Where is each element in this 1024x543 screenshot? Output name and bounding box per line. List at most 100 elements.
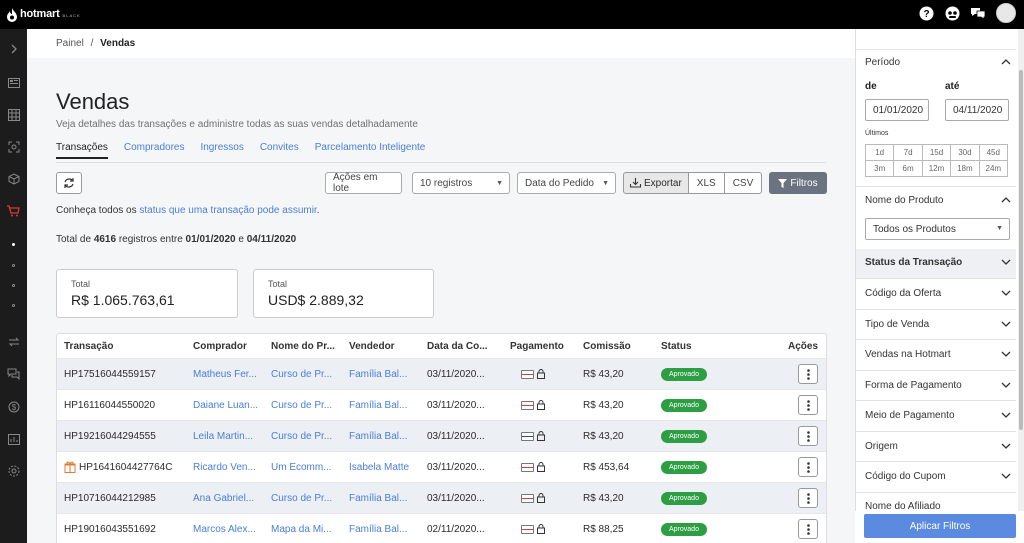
subnav-dot[interactable] [0, 257, 27, 273]
export-button[interactable]: Exportar [623, 172, 689, 194]
table-row[interactable]: HP19016043551692 Marcos Alex... Mapa da … [57, 513, 826, 543]
analytics-icon[interactable] [0, 431, 27, 447]
preset-12m[interactable]: 12m [922, 161, 952, 177]
community-icon[interactable] [944, 5, 960, 21]
table-row[interactable]: HP16116044550020 Daiane Luan... Curso de… [57, 389, 826, 420]
transaction-cell[interactable]: HP1641604427764C [57, 461, 186, 473]
buyer-link[interactable]: Ana Gabriel... [186, 493, 264, 504]
records-select[interactable]: 10 registros ▼ [412, 172, 510, 194]
seller-link[interactable]: Família Bal... [342, 369, 420, 380]
product-link[interactable]: Curso de Pr... [264, 369, 342, 380]
chat-icon[interactable] [970, 5, 986, 21]
tab-transacoes[interactable]: Transações [56, 142, 108, 159]
date-to-input[interactable]: 04/11/2020 [945, 99, 1009, 121]
period-header[interactable]: Período [865, 57, 1011, 68]
product-link[interactable]: Curso de Pr... [264, 493, 342, 504]
buyer-link[interactable]: Daiane Luan... [186, 400, 264, 411]
subnav-dot[interactable] [0, 297, 27, 313]
seller-link[interactable]: Família Bal... [342, 431, 420, 442]
buyer-link[interactable]: Leila Martin... [186, 431, 264, 442]
preset-45d[interactable]: 45d [979, 145, 1008, 161]
product-link[interactable]: Mapa da Mi... [264, 524, 342, 535]
col-data[interactable]: Data da Co... [420, 341, 503, 352]
table-row[interactable]: HP10716044212985 Ana Gabriel... Curso de… [57, 482, 826, 513]
filter-section-sale-type[interactable]: Tipo de Venda [865, 319, 1011, 330]
more-actions-button[interactable] [798, 457, 818, 477]
status-info-link[interactable]: status que uma transação pode assumir [139, 205, 316, 216]
table-row[interactable]: HP17516044559157 Matheus Fer... Curso de… [57, 358, 826, 389]
buyer-link[interactable]: Matheus Fer... [186, 369, 264, 380]
filter-section-payment-method[interactable]: Meio de Pagamento [865, 410, 1011, 421]
filter-scrollbar-thumb[interactable] [1019, 70, 1023, 430]
money-icon[interactable]: $ [0, 399, 27, 415]
col-status[interactable]: Status [654, 341, 754, 352]
filters-button[interactable]: Filtros [769, 172, 827, 194]
filter-section-status[interactable]: Status da Transação [865, 257, 1011, 268]
table-row[interactable]: HP19216044294555 Leila Martin... Curso d… [57, 420, 826, 451]
dashboard-icon[interactable] [0, 75, 27, 91]
transaction-id[interactable]: HP16116044550020 [57, 400, 186, 411]
preset-3m[interactable]: 3m [866, 161, 895, 177]
seller-link[interactable]: Isabela Matte [342, 462, 420, 473]
user-avatar[interactable] [996, 3, 1016, 23]
table-row[interactable]: HP1641604427764C Ricardo Ven... Um Ecomm… [57, 451, 826, 482]
settings-icon[interactable] [0, 463, 27, 479]
sync-icon[interactable] [0, 334, 27, 350]
subnav-dot-active[interactable] [0, 236, 27, 252]
grid-icon[interactable] [0, 107, 27, 123]
date-select[interactable]: Data do Pedido ▼ [517, 172, 616, 194]
box-icon[interactable] [0, 171, 27, 187]
product-link[interactable]: Um Ecomm... [264, 462, 342, 473]
product-link[interactable]: Curso de Pr... [264, 400, 342, 411]
preset-1d[interactable]: 1d [866, 145, 895, 161]
col-comprador[interactable]: Comprador [186, 341, 264, 352]
col-pagamento[interactable]: Pagamento [503, 341, 576, 352]
tab-compradores[interactable]: Compradores [124, 142, 185, 159]
product-header[interactable]: Nome do Produto [865, 195, 1011, 206]
refresh-button[interactable] [56, 172, 82, 194]
col-transacao[interactable]: Transação [57, 341, 186, 352]
messages-icon[interactable] [0, 366, 27, 382]
apply-filters-button[interactable]: Aplicar Filtros [864, 514, 1016, 538]
tab-parcelamento[interactable]: Parcelamento Inteligente [315, 142, 426, 159]
preset-18m[interactable]: 18m [951, 161, 980, 177]
col-produto[interactable]: Nome do Pr... [264, 341, 342, 352]
csv-button[interactable]: CSV [724, 172, 763, 194]
transaction-id[interactable]: HP17516044559157 [57, 369, 186, 380]
preset-6m[interactable]: 6m [894, 161, 923, 177]
focus-icon[interactable] [0, 139, 27, 155]
col-comissao[interactable]: Comissão [576, 341, 654, 352]
more-actions-button[interactable] [798, 488, 818, 508]
transaction-id[interactable]: HP19216044294555 [57, 431, 186, 442]
filter-section-offer[interactable]: Código da Oferta [865, 288, 1011, 299]
more-actions-button[interactable] [798, 426, 818, 446]
buyer-link[interactable]: Marcos Alex... [186, 524, 264, 535]
product-link[interactable]: Curso de Pr... [264, 431, 342, 442]
date-from-input[interactable]: 01/01/2020 [865, 99, 929, 121]
tab-convites[interactable]: Convites [260, 142, 299, 159]
preset-24m[interactable]: 24m [979, 161, 1008, 177]
hotmart-logo[interactable]: hotmart BLACK [6, 7, 81, 22]
xls-button[interactable]: XLS [688, 172, 725, 194]
filter-section-coupon[interactable]: Código do Cupom [865, 471, 1011, 482]
filter-section-payment-form[interactable]: Forma de Pagamento [865, 380, 1011, 391]
cart-icon[interactable] [0, 203, 27, 219]
batch-actions-button[interactable]: Ações em lote [325, 172, 402, 194]
more-actions-button[interactable] [798, 395, 818, 415]
filter-section-origin[interactable]: Origem [865, 441, 1011, 452]
expand-nav-icon[interactable] [0, 41, 27, 57]
more-actions-button[interactable] [798, 519, 818, 539]
transaction-id[interactable]: HP10716044212985 [57, 493, 186, 504]
preset-15d[interactable]: 15d [922, 145, 952, 161]
transaction-id[interactable]: HP19016043551692 [57, 524, 186, 535]
product-select[interactable]: Todos os Produtos ▼ [865, 218, 1010, 240]
filter-section-hotmart-sales[interactable]: Vendas na Hotmart [865, 349, 1011, 360]
help-icon[interactable]: ? [918, 5, 934, 21]
preset-7d[interactable]: 7d [894, 145, 923, 161]
buyer-link[interactable]: Ricardo Ven... [186, 462, 264, 473]
tab-ingressos[interactable]: Ingressos [200, 142, 243, 159]
seller-link[interactable]: Família Bal... [342, 493, 420, 504]
breadcrumb-painel[interactable]: Painel [56, 38, 84, 49]
seller-link[interactable]: Família Bal... [342, 524, 420, 535]
col-vendedor[interactable]: Vendedor [342, 341, 420, 352]
